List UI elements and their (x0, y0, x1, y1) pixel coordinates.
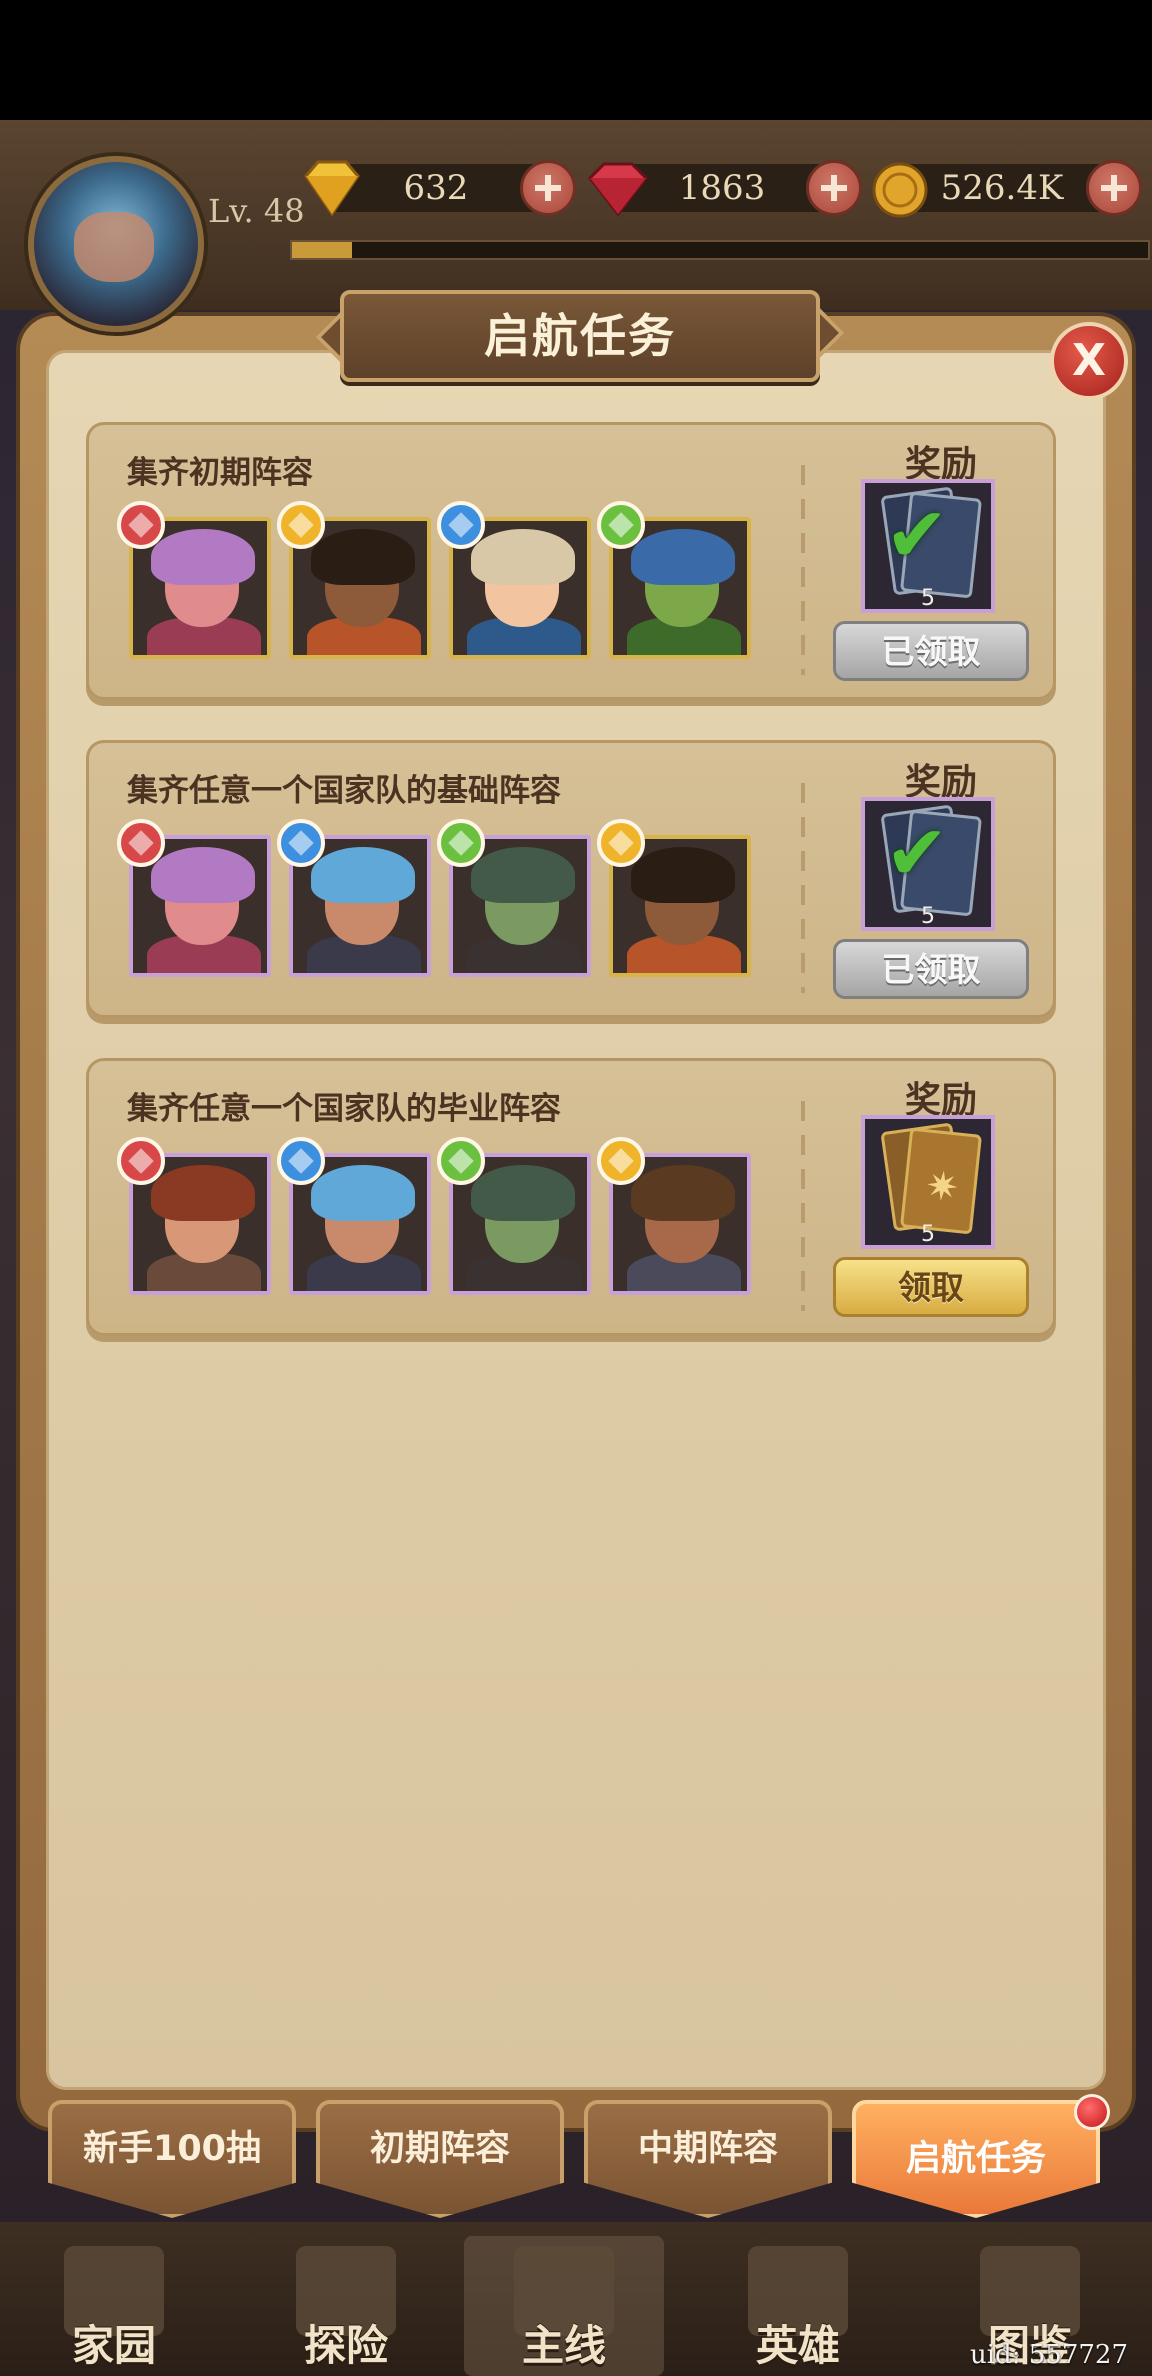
reward-quantity: 5 (921, 1222, 935, 1247)
task-title: 集齐初期阵容 (127, 455, 313, 491)
nav-label: 主线 (521, 2321, 606, 2370)
nav-explore[interactable]: 探险 (246, 2236, 446, 2376)
hero-hair (471, 847, 575, 903)
light-element-icon (277, 501, 325, 549)
water-element-icon (437, 501, 485, 549)
claimed-button[interactable]: 已领取 (833, 939, 1029, 999)
nature-element-icon (437, 819, 485, 867)
hero-hair (631, 847, 735, 903)
light-element-icon (597, 819, 645, 867)
player-avatar[interactable] (28, 156, 204, 332)
panel-title-banner: 启航任务 (340, 290, 820, 382)
user-id: uid: 557727 (970, 2340, 1128, 2370)
reward-item[interactable]: ✷ 5 (861, 1115, 995, 1249)
hero-hair (631, 529, 735, 585)
task-title: 集齐任意一个国家队的毕业阵容 (127, 1091, 561, 1127)
hero-hair (151, 1165, 255, 1221)
task-title: 集齐任意一个国家队的基础阵容 (127, 773, 561, 809)
hero-portrait[interactable] (117, 819, 271, 977)
panel-title: 启航任务 (484, 309, 676, 363)
hero-portrait[interactable] (277, 501, 431, 659)
coin-value: 526.4K (940, 168, 1064, 208)
claim-button[interactable]: 领取 (833, 1257, 1029, 1317)
hero-portrait[interactable] (117, 501, 271, 659)
card-deck-front: ✷ (899, 1127, 983, 1235)
hero-portrait[interactable] (437, 501, 591, 659)
tab-label: 中期阵容 (637, 2129, 778, 2169)
check-icon: ✔ (885, 490, 949, 579)
hero-hair (311, 847, 415, 903)
gold-gem-value: 632 (403, 168, 469, 208)
task-card: 集齐初期阵容 奖励 ✔ 5 已领取 (86, 422, 1056, 700)
status-bar-area (0, 0, 1152, 120)
hero-hair (311, 1165, 415, 1221)
gold-gem-counter: 632 (296, 156, 596, 217)
xp-bar (290, 240, 1150, 260)
claimed-button[interactable]: 已领取 (833, 621, 1029, 681)
nav-label: 英雄 (755, 2321, 840, 2370)
nature-element-icon (597, 501, 645, 549)
add-coin-button[interactable] (1086, 160, 1142, 216)
add-ruby-button[interactable] (806, 160, 862, 216)
nav-label: 探险 (303, 2321, 388, 2370)
reward-item[interactable]: ✔ 5 (861, 797, 995, 931)
fire-element-icon (117, 819, 165, 867)
star-icon: ✷ (923, 1162, 962, 1212)
hero-portrait[interactable] (277, 819, 431, 977)
nav-main-story[interactable]: 主线 (464, 2236, 664, 2376)
task-card: 集齐任意一个国家队的基础阵容 奖励 ✔ 5 已领取 (86, 740, 1056, 1018)
reward-quantity: 5 (921, 904, 935, 929)
divider (801, 1101, 805, 1311)
task-card: 集齐任意一个国家队的毕业阵容 奖励 ✷ 5 领取 (86, 1058, 1056, 1336)
hero-hair (471, 1165, 575, 1221)
hero-hair (151, 529, 255, 585)
hero-portrait[interactable] (597, 501, 751, 659)
ruby-value: 1863 (678, 168, 766, 208)
nav-home[interactable]: 家园 (14, 2236, 214, 2376)
hero-hair (311, 529, 415, 585)
reward-item[interactable]: ✔ 5 (861, 479, 995, 613)
ruby-counter: 1863 (582, 156, 882, 217)
nav-label: 家园 (71, 2321, 156, 2370)
light-element-icon (597, 1137, 645, 1185)
divider (801, 783, 805, 993)
hero-portrait[interactable] (437, 1137, 591, 1295)
fire-element-icon (117, 1137, 165, 1185)
coin-counter: 526.4K (866, 156, 1152, 218)
tab-label: 新手100抽 (82, 2129, 262, 2169)
check-icon: ✔ (885, 808, 949, 897)
nature-element-icon (437, 1137, 485, 1185)
hero-portrait[interactable] (117, 1137, 271, 1295)
hero-hair (151, 847, 255, 903)
divider (801, 465, 805, 675)
player-level: Lv. 48 (208, 192, 305, 230)
add-gold-gem-button[interactable] (520, 160, 576, 216)
close-button[interactable]: X (1050, 322, 1128, 400)
hero-portrait[interactable] (277, 1137, 431, 1295)
top-hud: Lv. 48 632 1863 526.4K (0, 120, 1152, 332)
notification-dot (1074, 2094, 1110, 2130)
hero-hair (471, 529, 575, 585)
water-element-icon (277, 1137, 325, 1185)
xp-bar-fill (292, 242, 352, 258)
tab-label: 启航任务 (905, 2139, 1046, 2179)
hero-portrait[interactable] (597, 1137, 751, 1295)
water-element-icon (277, 819, 325, 867)
hero-portrait[interactable] (597, 819, 751, 977)
close-icon: X (1072, 335, 1106, 386)
hero-portrait[interactable] (437, 819, 591, 977)
nav-heroes[interactable]: 英雄 (698, 2236, 898, 2376)
fire-element-icon (117, 501, 165, 549)
tab-label: 初期阵容 (369, 2129, 510, 2169)
hero-hair (631, 1165, 735, 1221)
reward-quantity: 5 (921, 586, 935, 611)
